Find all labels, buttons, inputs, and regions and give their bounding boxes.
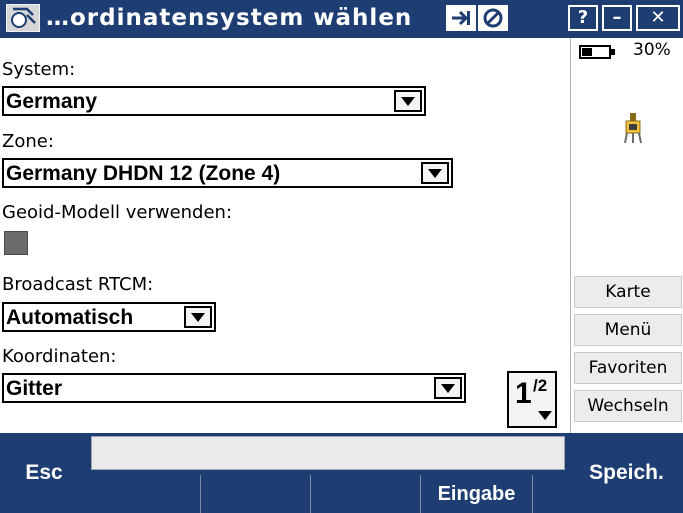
geoid-label: Geoid-Modell verwenden:	[2, 202, 233, 223]
minimize-button[interactable]: –	[602, 5, 632, 31]
page-down-icon	[538, 411, 552, 420]
page-toggle-button[interactable]: 1 /2	[507, 371, 557, 428]
message-area	[91, 436, 565, 470]
favorites-button[interactable]: Favoriten	[574, 352, 682, 384]
battery-level: 30%	[633, 40, 671, 60]
zone-value: Germany DHDN 12 (Zone 4)	[6, 162, 281, 185]
zone-dropdown[interactable]: Germany DHDN 12 (Zone 4)	[2, 158, 453, 188]
koordinaten-value: Gitter	[6, 377, 63, 400]
system-dropdown[interactable]: Germany	[2, 86, 426, 116]
enter-softkey[interactable]: Eingabe	[421, 475, 533, 513]
enter-arrow-icon[interactable]	[446, 5, 476, 31]
battery-icon	[579, 45, 615, 59]
softkey-2[interactable]	[201, 475, 311, 513]
softkey-1[interactable]	[91, 475, 201, 513]
chevron-down-icon[interactable]	[184, 306, 212, 328]
broadcast-label: Broadcast RTCM:	[2, 274, 154, 295]
chevron-down-icon[interactable]	[421, 162, 449, 184]
zone-label: Zone:	[2, 131, 54, 152]
chevron-down-icon[interactable]	[394, 90, 422, 112]
switch-button[interactable]: Wechseln	[574, 390, 682, 422]
instrument-icon	[624, 113, 642, 143]
menu-button[interactable]: Menü	[574, 314, 682, 346]
broadcast-value: Automatisch	[6, 306, 134, 329]
bottom-bar: Esc Eingabe Speich.	[0, 433, 683, 513]
chevron-down-icon[interactable]	[434, 377, 462, 399]
koordinaten-label: Koordinaten:	[2, 346, 117, 367]
title-bar: …ordinatensystem wählen ? – ✕	[0, 0, 683, 38]
geoid-checkbox[interactable]	[4, 231, 28, 255]
broadcast-dropdown[interactable]: Automatisch	[2, 302, 216, 332]
app-icon[interactable]	[6, 4, 40, 32]
page-current: 1	[515, 377, 532, 410]
softkey-3[interactable]	[311, 475, 421, 513]
map-button[interactable]: Karte	[574, 276, 682, 308]
coordinate-system-form: System: Germany Zone: Germany DHDN 12 (Z…	[0, 38, 570, 433]
koordinaten-dropdown[interactable]: Gitter	[2, 373, 466, 403]
system-label: System:	[2, 59, 76, 80]
right-panel: 30% Karte Menü Favoriten Wechseln	[570, 38, 683, 433]
esc-button[interactable]: Esc	[0, 433, 88, 513]
page-total: /2	[533, 376, 548, 395]
save-button[interactable]: Speich.	[570, 433, 683, 513]
no-entry-icon[interactable]	[478, 5, 508, 31]
softkey-5[interactable]	[533, 475, 570, 513]
system-value: Germany	[6, 90, 98, 113]
window-title: …ordinatensystem wählen	[46, 5, 413, 31]
close-button[interactable]: ✕	[636, 5, 680, 31]
help-button[interactable]: ?	[568, 5, 598, 31]
